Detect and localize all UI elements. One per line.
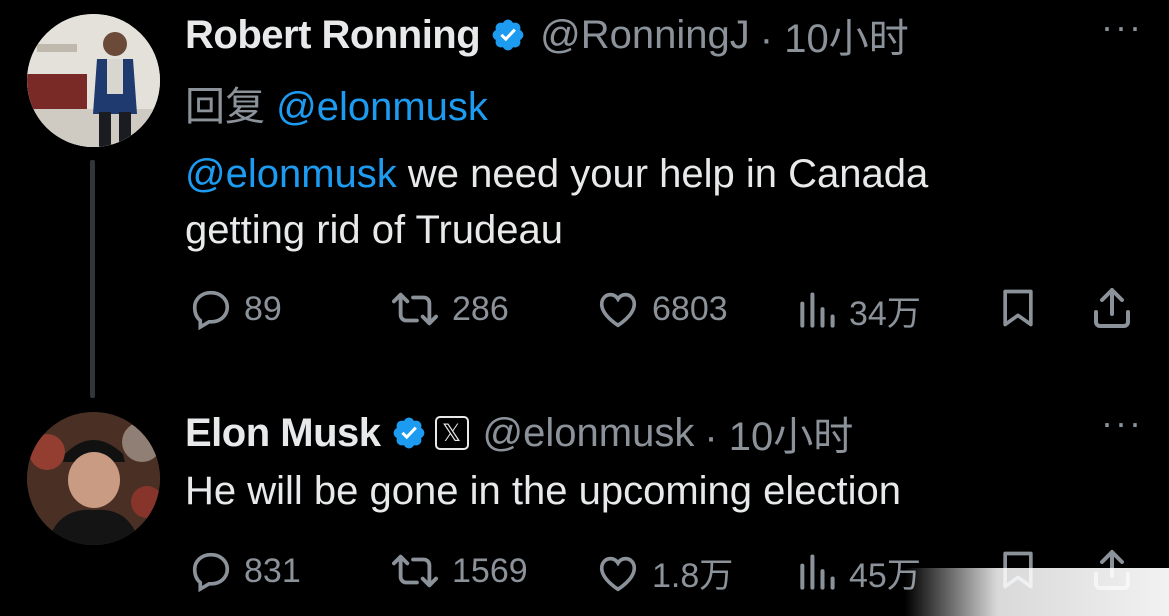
reply-to-line: 回复 @elonmusk [185, 74, 488, 132]
more-options-icon[interactable]: ··· [1101, 402, 1143, 444]
views-chart-icon [800, 553, 835, 590]
like-button[interactable]: 6803 [594, 286, 728, 332]
tweet-body-line-2: getting rid of Trudeau [185, 208, 564, 252]
author-name[interactable]: Elon Musk [185, 411, 381, 456]
author-handle[interactable]: @RonningJ [540, 13, 750, 58]
reply-prefix: 回复 [185, 85, 265, 129]
author-name[interactable]: Robert Ronning [185, 13, 481, 58]
repost-button[interactable]: 1569 [388, 548, 528, 594]
verified-badge-icon [393, 417, 424, 449]
tweet-body-line-1: we need your help in Canada [396, 152, 929, 196]
author-handle[interactable]: @elonmusk [483, 411, 695, 456]
tweet-time[interactable]: · 10小时 [704, 404, 853, 462]
reply-button[interactable]: 831 [188, 548, 301, 594]
repost-button[interactable]: 286 [388, 286, 509, 332]
tweet-header: Robert Ronning @RonningJ · 10小时 [185, 10, 909, 62]
views-button[interactable]: 45万 [795, 548, 921, 597]
share-icon[interactable] [1088, 284, 1136, 332]
more-options-icon[interactable]: ··· [1101, 6, 1143, 48]
avatar-photo-icon [27, 412, 160, 545]
reply-button[interactable]: 89 [188, 286, 282, 332]
bookmark-icon[interactable] [996, 284, 1040, 332]
heart-icon [599, 556, 637, 591]
tweet-robert-ronning[interactable]: Robert Ronning @RonningJ · 10小时 ··· 回复 @… [0, 0, 1169, 400]
views-chart-icon [800, 291, 835, 328]
avatar-elon-musk[interactable] [27, 412, 160, 545]
views-count: 34万 [849, 295, 921, 333]
avatar-photo-icon [27, 14, 160, 147]
reply-icon [192, 290, 230, 331]
tweet-actions: 89 286 6803 34万 [0, 282, 1169, 335]
reply-count: 89 [244, 289, 282, 328]
repost-count: 286 [452, 289, 509, 328]
thread-connector-line [90, 160, 95, 398]
tweet-time[interactable]: · 10小时 [760, 6, 909, 64]
reply-target-link[interactable]: @elonmusk [276, 85, 488, 129]
like-button[interactable]: 1.8万 [594, 548, 733, 597]
verified-badge-icon [492, 19, 524, 51]
repost-icon [392, 554, 439, 588]
repost-count: 1569 [452, 551, 528, 590]
avatar-robert-ronning[interactable] [27, 14, 160, 147]
tweet-body: @elonmusk we need your help in Canada ge… [185, 146, 928, 258]
heart-icon [599, 292, 637, 328]
like-count: 6803 [652, 289, 728, 328]
tweet-body-line-1: He will be gone in the upcoming election [185, 469, 901, 513]
tweet-header: Elon Musk 𝕏 @elonmusk · 10小时 [185, 408, 853, 460]
mention-link[interactable]: @elonmusk [185, 152, 397, 196]
repost-icon [392, 292, 439, 326]
tweet-body: He will be gone in the upcoming election [185, 463, 901, 519]
reply-count: 831 [244, 551, 301, 590]
x-affiliate-badge-icon: 𝕏 [434, 416, 469, 450]
reply-icon [192, 552, 230, 593]
like-count: 1.8万 [652, 557, 734, 595]
watermark-overlay [905, 568, 1169, 616]
views-button[interactable]: 34万 [795, 286, 921, 335]
